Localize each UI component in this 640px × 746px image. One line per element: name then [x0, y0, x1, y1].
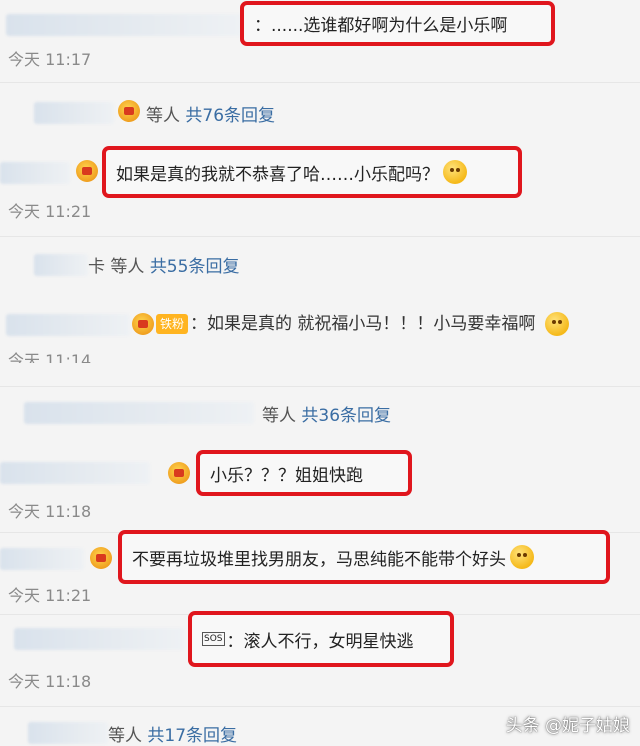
blurred-username [0, 162, 70, 184]
divider [0, 386, 640, 387]
blurred-username [28, 722, 108, 744]
comment-text-box: 不要再垃圾堆里找男朋友，马思纯能不能带个好头 [118, 530, 610, 584]
reply-summary[interactable]: 等人 共17条回复 [108, 721, 237, 746]
blurred-username [0, 462, 150, 484]
divider [0, 236, 640, 237]
comment-text-row: ：如果是真的 就祝福小马！！！小马要幸福啊 [190, 312, 569, 336]
kissing-face-icon [544, 312, 569, 336]
reply-count-link[interactable]: 共17条回复 [147, 726, 237, 746]
user-badge-icon [132, 313, 154, 335]
comment-text-box: ：......选谁都好啊为什么是小乐啊 [240, 1, 555, 46]
comment-time: 今天 11:14 [8, 351, 92, 363]
reply-summary[interactable]: 等人 共76条回复 [146, 101, 275, 126]
reply-count-link[interactable]: 共76条回复 [185, 106, 275, 126]
comment-time: 今天 11:17 [8, 50, 92, 69]
reply-prefix: 卡 等人 [88, 257, 145, 277]
watermark: 头条 @妮子姑娘 [505, 716, 630, 736]
fan-tag-badge: 铁粉 [156, 314, 189, 334]
blurred-username [0, 548, 84, 570]
comment-text: 如果是真的我就不恭喜了哈……小乐配吗？ [116, 164, 439, 185]
blurred-username [14, 628, 184, 650]
comment-text: ：如果是真的 就祝福小马！！！小马要幸福啊 [190, 314, 536, 334]
sos-icon: SOS [202, 632, 225, 646]
user-badge-icon [90, 547, 112, 569]
comment-text-box: SOS ：滚人不行，女明星快逃 [188, 611, 454, 667]
comment-text-box: 如果是真的我就不恭喜了哈……小乐配吗？ [102, 146, 522, 198]
comment-time: 今天 11:21 [8, 586, 92, 605]
blurred-username [34, 102, 114, 124]
blurred-username [34, 254, 88, 276]
reply-count-link[interactable]: 共36条回复 [301, 406, 391, 426]
comment-time: 今天 11:18 [8, 672, 92, 691]
comment-text: 不要再垃圾堆里找男朋友，马思纯能不能带个好头 [132, 549, 506, 570]
comment-time: 今天 11:21 [8, 202, 92, 221]
blurred-username [6, 314, 130, 336]
comment-text: ：......选谁都好啊为什么是小乐啊 [254, 16, 508, 36]
user-badge-icon [168, 462, 190, 484]
blurred-username [6, 14, 242, 36]
comment-time: 今天 11:18 [8, 502, 92, 521]
reply-count-link[interactable]: 共55条回复 [150, 257, 240, 277]
divider [0, 82, 640, 83]
grinning-face-icon [510, 545, 534, 569]
comment-text: ：滚人不行，女明星快逃 [226, 631, 414, 652]
comment-text-box: 小乐？？？姐姐快跑 [196, 450, 412, 496]
comment-text: 小乐？？？姐姐快跑 [210, 465, 363, 486]
user-badge-icon [118, 100, 140, 122]
reply-prefix: 等人 [146, 106, 180, 126]
crying-face-icon [443, 160, 467, 184]
divider [0, 706, 640, 707]
reply-summary[interactable]: 卡 等人 共55条回复 [88, 252, 239, 277]
blurred-username [24, 402, 254, 424]
reply-summary[interactable]: 等人 共36条回复 [262, 401, 391, 426]
reply-prefix: 等人 [262, 406, 296, 426]
user-badge-icon [76, 160, 98, 182]
reply-prefix: 等人 [108, 726, 142, 746]
